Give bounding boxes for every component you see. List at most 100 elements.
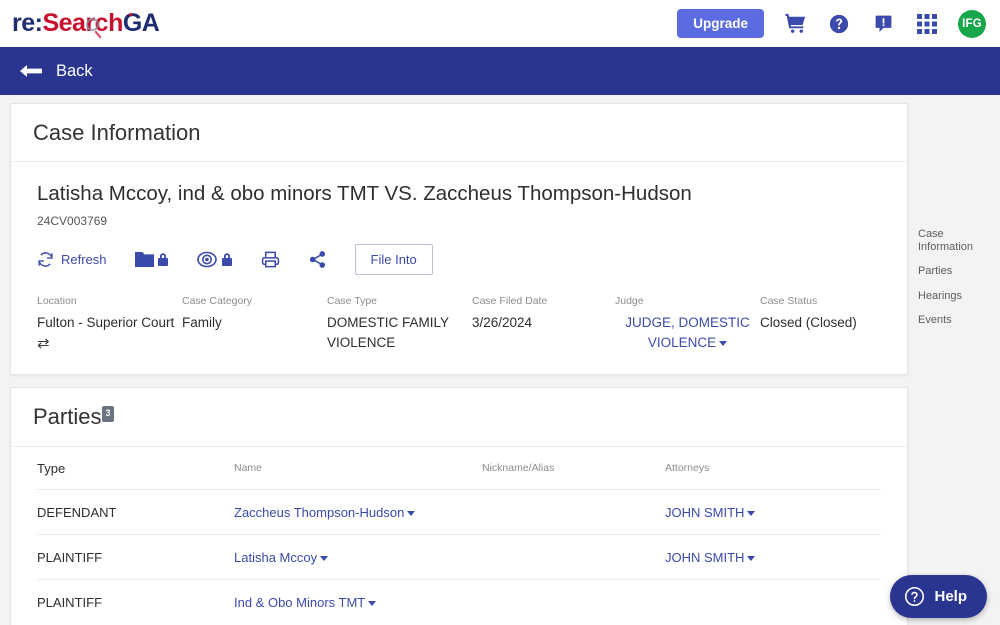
detail-location-label: Location xyxy=(37,294,77,307)
chevron-down-icon xyxy=(320,555,329,561)
print-button[interactable] xyxy=(261,250,308,269)
file-into-button[interactable]: File Into xyxy=(354,243,433,275)
cart-icon[interactable] xyxy=(782,11,808,37)
eye-lock-icon xyxy=(196,250,233,269)
detail-case-type-label: Case Type xyxy=(327,294,378,307)
refresh-button[interactable]: Refresh xyxy=(37,251,135,268)
case-action-toolbar: Refresh File Into xyxy=(37,243,881,275)
folder-lock-icon xyxy=(134,250,169,269)
apps-grid-icon[interactable] xyxy=(914,11,940,37)
print-icon xyxy=(261,250,280,269)
chevron-down-icon xyxy=(719,340,728,346)
attorney-name: JOHN SMITH xyxy=(665,549,745,565)
refresh-icon xyxy=(37,251,54,268)
case-information-body: Latisha Mccoy, ind & obo minors TMT VS. … xyxy=(11,162,907,374)
parties-header: Parties 3 xyxy=(11,388,907,447)
help-label: Help xyxy=(934,588,967,605)
help-circle-icon[interactable] xyxy=(826,11,852,37)
eye-lock-button[interactable] xyxy=(196,250,261,269)
party-name: Ind & Obo Minors TMT xyxy=(234,594,366,610)
parties-count-badge: 3 xyxy=(102,406,114,423)
help-button[interactable]: Help xyxy=(890,575,987,618)
top-bar: re:SearchGA Upgrade IFG xyxy=(0,0,1000,47)
row-nickname xyxy=(482,579,665,624)
status-badge: Closed (Closed) xyxy=(760,315,857,331)
rail-item-case-information[interactable]: Case Information xyxy=(918,228,1000,254)
party-name-link[interactable]: Zaccheus Thompson-Hudson xyxy=(234,504,416,520)
logo-dot xyxy=(129,13,132,16)
rail-item-events[interactable]: Events xyxy=(918,314,1000,327)
swap-location-icon[interactable]: ⇄ xyxy=(37,336,182,351)
party-name-link[interactable]: Ind & Obo Minors TMT xyxy=(234,594,377,610)
upgrade-button[interactable]: Upgrade xyxy=(677,8,764,39)
row-attorney-cell: JOHN SMITH xyxy=(665,489,881,535)
row-type: DEFENDANT xyxy=(37,489,234,535)
magnifier-icon xyxy=(86,18,99,31)
case-information-header: Case Information xyxy=(11,104,907,163)
refresh-label: Refresh xyxy=(61,251,107,267)
row-type: PLAINTIFF xyxy=(37,594,103,610)
parties-title-text: Parties xyxy=(33,404,102,430)
row-type: PLAINTIFF xyxy=(37,534,234,580)
row-name-cell: Zaccheus Thompson-Hudson xyxy=(234,489,482,535)
case-number: 24CV003769 xyxy=(37,213,108,228)
case-title: Latisha Mccoy, ind & obo minors TMT VS. … xyxy=(37,182,692,206)
table-row: PLAINTIFF Ind & Obo Minors TMT xyxy=(37,579,881,624)
detail-judge: Judge JUDGE, DOMESTIC VIOLENCE xyxy=(615,295,760,353)
back-label: Back xyxy=(56,61,93,80)
page-body: Case Information Latisha Mccoy, ind & ob… xyxy=(0,95,1000,625)
chevron-down-icon xyxy=(368,600,377,606)
column-header-name: Name xyxy=(234,460,482,490)
back-arrow-icon xyxy=(20,63,42,79)
detail-case-status-label: Case Status xyxy=(760,294,818,307)
chevron-down-icon xyxy=(747,510,756,516)
help-circle-icon xyxy=(904,586,925,607)
app-logo[interactable]: re:SearchGA xyxy=(12,9,160,37)
detail-case-type-value: DOMESTIC FAMILY VIOLENCE xyxy=(327,315,449,350)
detail-judge-label: Judge xyxy=(615,294,644,307)
share-icon xyxy=(308,250,327,269)
back-navigation-bar[interactable]: Back xyxy=(0,47,1000,95)
logo-mid: Search xyxy=(42,9,123,37)
table-header-row: Type Name Nickname/Alias Attorneys xyxy=(37,460,881,490)
attorney-link[interactable]: JOHN SMITH xyxy=(665,505,756,520)
attorney-link[interactable]: JOHN SMITH xyxy=(665,549,756,565)
avatar[interactable]: IFG xyxy=(958,9,986,38)
row-nickname xyxy=(482,489,665,535)
column-header-attorneys: Attorneys xyxy=(665,460,881,490)
table-row: PLAINTIFF Latisha Mccoy JOHN SMITH xyxy=(37,534,881,580)
detail-case-category-value: Family xyxy=(182,315,222,331)
column-header-nickname: Nickname/Alias xyxy=(482,460,665,490)
parties-table: Type Name Nickname/Alias Attorneys DEFEN… xyxy=(37,460,881,624)
row-attorney-cell: JOHN SMITH xyxy=(665,534,881,580)
detail-judge-value[interactable]: JUDGE, DOMESTIC VIOLENCE xyxy=(615,313,760,352)
row-name-cell: Ind & Obo Minors TMT xyxy=(234,579,482,624)
table-row: DEFENDANT Zaccheus Thompson-Hudson JOHN … xyxy=(37,489,881,535)
detail-case-filed-date: Case Filed Date 3/26/2024 xyxy=(472,295,615,353)
detail-case-category: Case Category Family xyxy=(182,295,327,353)
judge-name: JUDGE, DOMESTIC VIOLENCE xyxy=(625,315,750,350)
folder-lock-button[interactable] xyxy=(134,250,197,269)
detail-case-status: Case Status Closed (Closed) xyxy=(760,295,910,353)
detail-case-type: Case Type DOMESTIC FAMILY VIOLENCE xyxy=(327,295,472,353)
party-name-link[interactable]: Latisha Mccoy xyxy=(234,550,329,565)
chevron-down-icon xyxy=(407,510,416,516)
row-nickname xyxy=(482,534,665,580)
announcement-icon[interactable] xyxy=(870,11,896,37)
case-detail-grid: Location Fulton - Superior Court ⇄ Case … xyxy=(37,295,881,353)
top-bar-actions: Upgrade IFG xyxy=(677,8,986,39)
row-attorney-cell xyxy=(665,579,881,624)
chevron-down-icon xyxy=(747,555,756,561)
detail-location: Location Fulton - Superior Court ⇄ xyxy=(37,295,182,353)
rail-item-hearings[interactable]: Hearings xyxy=(918,290,1000,303)
share-button[interactable] xyxy=(308,250,355,269)
party-name: Zaccheus Thompson-Hudson xyxy=(234,504,405,520)
column-header-type: Type xyxy=(37,460,234,490)
case-information-card: Case Information Latisha Mccoy, ind & ob… xyxy=(10,103,908,376)
row-name-cell: Latisha Mccoy xyxy=(234,534,482,580)
section-navigation-rail: Case Information Parties Hearings Events xyxy=(908,95,1000,338)
parties-card: Parties 3 Type Name Nickname/Alias Attorn… xyxy=(10,387,908,625)
parties-body: Type Name Nickname/Alias Attorneys DEFEN… xyxy=(11,447,907,625)
rail-item-parties[interactable]: Parties xyxy=(918,265,1000,278)
detail-case-category-label: Case Category xyxy=(182,294,253,307)
